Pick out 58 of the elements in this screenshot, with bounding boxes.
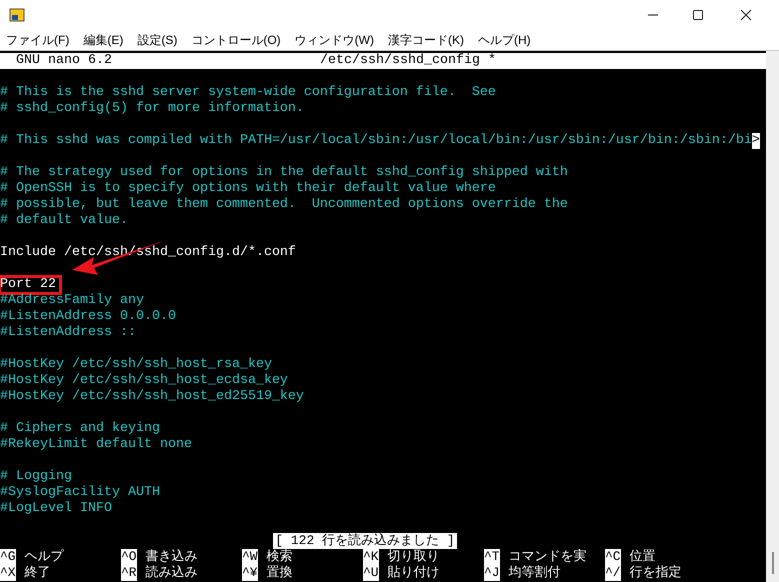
comment-line: #RekeyLimit default none <box>0 437 192 453</box>
shortcut-label: ヘルプ <box>24 549 64 565</box>
comment-line: # The strategy used for options in the default sshd_config shipped with <box>0 165 568 181</box>
menu-item[interactable]: ファイル(F) <box>6 31 70 49</box>
shortcut-key: ^G <box>0 549 16 565</box>
comment-line: # Ciphers and keying <box>0 421 160 437</box>
code-line: Port 22 <box>0 277 60 293</box>
shortcut-label: 読み込み <box>146 565 198 581</box>
shortcut-key: ^¥ <box>242 565 258 581</box>
comment-line: #LogLevel INFO <box>0 501 112 517</box>
shortcut-label: 均等割付 <box>508 565 561 581</box>
shortcut-key: ^X <box>0 565 16 581</box>
shortcut-key: ^J <box>484 565 500 581</box>
line-overflow-marker: > <box>752 133 760 149</box>
comment-line: #SyslogFacility AUTH <box>0 485 160 501</box>
shortcut-key: ^W <box>242 549 258 565</box>
scrollbar[interactable] <box>766 51 779 582</box>
maximize-icon[interactable] <box>692 9 704 21</box>
shortcut-label: 貼り付け <box>388 565 440 581</box>
comment-line: #ListenAddress 0.0.0.0 <box>0 309 176 325</box>
shortcut-label: 切り取り <box>388 549 440 565</box>
shortcut-key: ^U <box>363 565 379 581</box>
shortcut-label: 検索 <box>266 549 293 565</box>
shortcut-label: 終了 <box>24 565 51 581</box>
comment-line: #HostKey /etc/ssh/ssh_host_ed25519_key <box>0 389 304 405</box>
menu-item[interactable]: ウィンドウ(W) <box>294 31 374 49</box>
comment-line: # Logging <box>0 469 72 485</box>
menu-item[interactable]: 漢字コード(K) <box>388 31 464 49</box>
shortcut-label: 行を指定 <box>630 565 682 581</box>
menu-item[interactable]: コントロール(O) <box>191 31 281 49</box>
menu-item[interactable]: ヘルプ(H) <box>478 31 531 49</box>
menu-item[interactable]: 編集(E) <box>83 31 124 49</box>
comment-line: # OpenSSH is to specify options with their default value where <box>0 181 496 197</box>
shortcut-label: コマンドを実 <box>508 549 587 565</box>
status-message: [ 122 行を読み込みました ] <box>273 533 457 549</box>
comment-line: # sshd_config(5) for more information. <box>0 101 304 117</box>
editor-version: GNU nano 6.2 <box>16 53 113 69</box>
comment-line: #ListenAddress :: <box>0 325 136 341</box>
shortcut-label: 位置 <box>630 549 656 565</box>
shortcut-key: ^K <box>363 549 379 565</box>
comment-line: # possible, but leave them commented. Uncommented options override the <box>0 197 568 213</box>
menu-item[interactable]: 設定(S) <box>137 31 178 49</box>
shortcut-key: ^C <box>605 549 621 565</box>
file-name: /etc/ssh/sshd_config * <box>320 53 496 69</box>
comment-line: # This is the sshd server system-wide configuration file. See <box>0 85 496 101</box>
shortcut-key: ^R <box>121 565 137 581</box>
shortcut-label: 書き込み <box>146 549 198 565</box>
close-icon[interactable] <box>740 9 752 21</box>
comment-line: # This sshd was compiled with PATH=/usr/local/sbin:/usr/local/bin:/usr/sbin:/usr/bin:/sbin:/bi <box>0 133 752 149</box>
comment-line: # default value. <box>0 213 128 229</box>
comment-line: #HostKey /etc/ssh/ssh_host_rsa_key <box>0 357 272 373</box>
shortcut-label: 置換 <box>266 565 293 581</box>
comment-line: #AddressFamily any <box>0 293 144 309</box>
comment-line: #HostKey /etc/ssh/ssh_host_ecdsa_key <box>0 373 288 389</box>
shortcut-key: ^O <box>121 549 137 565</box>
terminal-app-icon <box>9 7 25 23</box>
shortcut-key: ^/ <box>605 565 621 581</box>
shortcut-key: ^T <box>484 549 500 565</box>
